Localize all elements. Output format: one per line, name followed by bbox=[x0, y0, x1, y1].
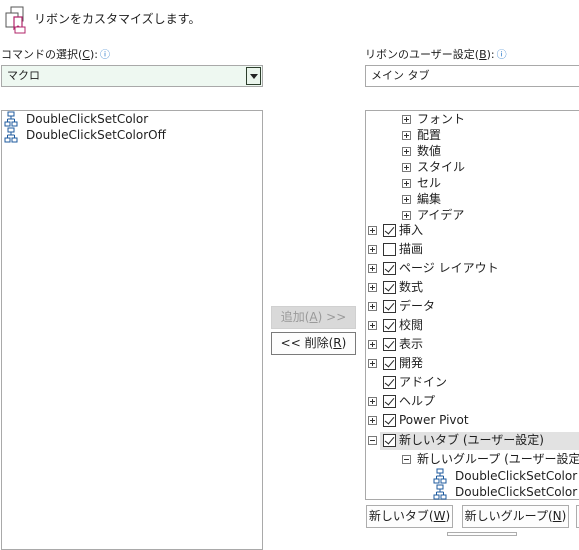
checkbox[interactable] bbox=[383, 243, 396, 256]
expand-icon[interactable] bbox=[368, 340, 377, 349]
collapse-icon[interactable] bbox=[368, 436, 377, 445]
add-button[interactable]: 追加(A) >> bbox=[271, 306, 356, 329]
expand-icon[interactable] bbox=[368, 302, 377, 311]
expand-icon[interactable] bbox=[368, 226, 377, 235]
expand-icon[interactable] bbox=[402, 131, 411, 140]
checkbox[interactable] bbox=[383, 414, 396, 427]
new-tab-button[interactable]: 新しいタブ(W) bbox=[366, 505, 453, 528]
customize-ribbon-value: メイン タブ bbox=[371, 69, 430, 82]
expand-icon[interactable] bbox=[368, 264, 377, 273]
checkbox[interactable] bbox=[383, 224, 396, 237]
expand-icon[interactable] bbox=[402, 211, 411, 220]
expand-icon[interactable] bbox=[368, 359, 377, 368]
checkbox[interactable] bbox=[383, 434, 396, 447]
expand-icon[interactable] bbox=[368, 283, 377, 292]
expand-icon[interactable] bbox=[402, 163, 411, 172]
remove-button[interactable]: << 削除(R) bbox=[271, 332, 356, 355]
choose-commands-label: コマンドの選択(C): ⓘ bbox=[1, 48, 110, 61]
dialog-title: リボンをカスタマイズします。 bbox=[34, 12, 201, 26]
customize-ribbon-label: リボンのユーザー設定(B): ⓘ bbox=[365, 48, 507, 61]
checkbox[interactable] bbox=[383, 338, 396, 351]
macro-icon bbox=[433, 484, 447, 500]
info-icon[interactable]: ⓘ bbox=[497, 50, 507, 61]
expand-icon[interactable] bbox=[402, 179, 411, 188]
expand-icon[interactable] bbox=[368, 416, 377, 425]
macro-icon bbox=[4, 127, 18, 143]
command-label: DoubleClickSetColor bbox=[26, 112, 149, 126]
checkbox[interactable] bbox=[383, 376, 396, 389]
expand-icon[interactable] bbox=[402, 147, 411, 156]
macro-icon bbox=[433, 468, 447, 484]
macro-icon bbox=[4, 111, 18, 127]
checkbox[interactable] bbox=[383, 300, 396, 313]
checkbox[interactable] bbox=[383, 281, 396, 294]
commands-list[interactable] bbox=[1, 110, 263, 550]
expand-icon[interactable] bbox=[368, 397, 377, 406]
choose-commands-value: マクロ bbox=[7, 69, 40, 82]
dropdown-arrow-icon[interactable] bbox=[246, 67, 261, 85]
new-group-button[interactable]: 新しいグループ(N) bbox=[462, 505, 569, 528]
info-icon[interactable]: ⓘ bbox=[100, 50, 110, 61]
customize-ribbon-dropdown[interactable]: メイン タブ bbox=[365, 65, 579, 87]
expand-icon[interactable] bbox=[402, 115, 411, 124]
reset-button-edge[interactable] bbox=[447, 532, 517, 536]
command-label: DoubleClickSetColorOff bbox=[26, 128, 166, 142]
checkbox[interactable] bbox=[383, 262, 396, 275]
checkbox[interactable] bbox=[383, 357, 396, 370]
choose-commands-dropdown[interactable]: マクロ bbox=[1, 65, 263, 87]
expand-icon[interactable] bbox=[368, 321, 377, 330]
customize-ribbon-icon bbox=[3, 5, 29, 35]
expand-icon[interactable] bbox=[368, 245, 377, 254]
checkbox[interactable] bbox=[383, 319, 396, 332]
checkbox[interactable] bbox=[383, 395, 396, 408]
expand-icon[interactable] bbox=[402, 195, 411, 204]
collapse-icon[interactable] bbox=[402, 455, 411, 464]
